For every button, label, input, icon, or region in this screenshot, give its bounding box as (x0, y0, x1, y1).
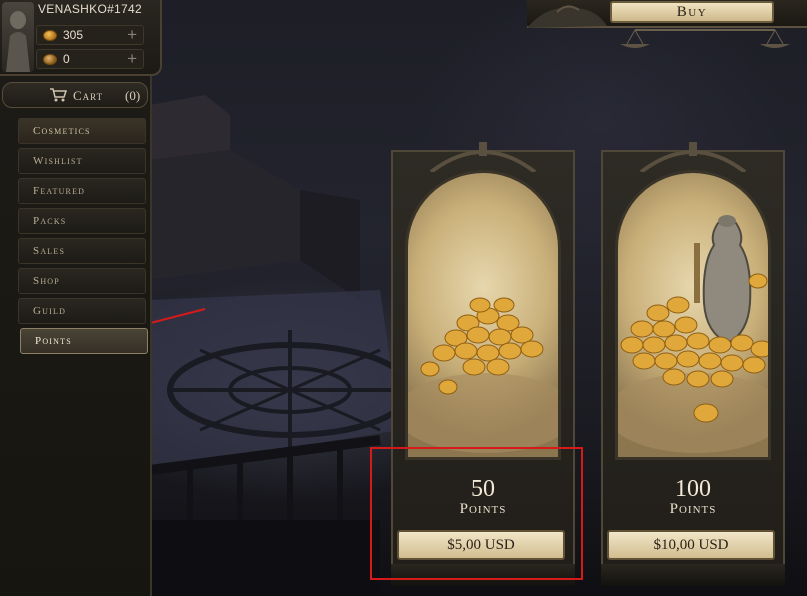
nav-item-guild[interactable]: Guild (18, 298, 146, 324)
cart-button[interactable]: Cart (0) (2, 82, 148, 108)
card-stand (601, 564, 785, 586)
product-card-100-points[interactable]: 100 Points $10,00 USD (601, 142, 785, 586)
nav-item-points[interactable]: Points (20, 328, 148, 354)
top-bar: Buy (527, 0, 807, 28)
gothic-arch-ornament-icon (429, 142, 537, 172)
nav-item-cosmetics[interactable]: Cosmetics (18, 118, 146, 144)
annotation-highlight-box (370, 447, 583, 580)
silver-balance: 0 (63, 52, 70, 66)
cart-count: (0) (125, 88, 141, 103)
gold-coins-and-jar-image (615, 170, 771, 460)
cart-icon (50, 88, 67, 102)
sidebar: VENASHKO#1742 305 + 0 + Cart (0) Cosmeti… (0, 0, 162, 596)
username: VENASHKO#1742 (38, 2, 142, 16)
nav-item-packs[interactable]: Packs (18, 208, 146, 234)
cart-label: Cart (73, 88, 104, 103)
nav-item-shop[interactable]: Shop (18, 268, 146, 294)
add-gold-button[interactable]: + (127, 25, 137, 45)
nav-item-wishlist[interactable]: Wishlist (18, 148, 146, 174)
silver-coin-icon (43, 54, 57, 65)
add-silver-button[interactable]: + (127, 49, 137, 69)
avatar (2, 2, 34, 72)
account-panel: VENASHKO#1742 305 + 0 + (0, 0, 162, 76)
gold-currency-row: 305 + (36, 25, 144, 45)
gothic-arch-ornament-icon (639, 142, 747, 172)
nav-item-featured[interactable]: Featured (18, 178, 146, 204)
gargoyle-ornament-icon (527, 5, 607, 28)
price-button[interactable]: $10,00 USD (607, 530, 775, 560)
scales-ornament-icon (620, 29, 790, 48)
nav-item-sales[interactable]: Sales (18, 238, 146, 264)
gold-coins-pile-image (405, 170, 561, 460)
points-unit-label: Points (669, 501, 717, 517)
silver-currency-row: 0 + (36, 49, 144, 69)
points-amount: 100 (675, 476, 711, 502)
gold-balance: 305 (63, 28, 84, 42)
gold-coin-icon (43, 30, 57, 41)
buy-button[interactable]: Buy (610, 1, 774, 23)
